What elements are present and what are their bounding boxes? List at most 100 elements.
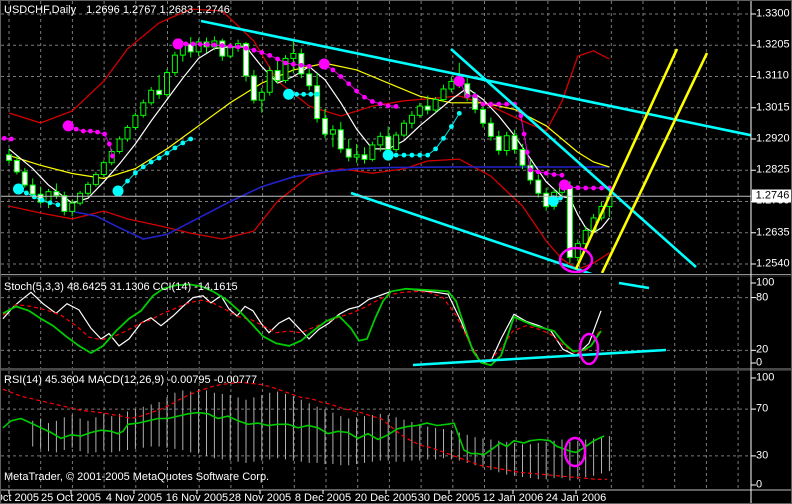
stoch-scale-label: 20: [756, 343, 769, 356]
signal-dot: [521, 131, 527, 137]
signal-reversal-dot: [453, 75, 465, 87]
signal-dot: [370, 99, 375, 104]
signal-dot: [243, 45, 249, 51]
chart-title: USDCHF,Daily 1.2696 1.2767 1.2683 1.2746: [4, 4, 240, 16]
candle-body: [535, 179, 542, 194]
candle-body: [85, 183, 91, 194]
rsi-scale-label: 0: [756, 478, 763, 491]
candle-body: [566, 186, 573, 258]
candle-body: [290, 52, 297, 59]
candle-body: [377, 135, 384, 146]
candle-body: [266, 70, 273, 93]
candle-body: [480, 108, 486, 124]
candle-body: [29, 184, 36, 195]
copyright-label: MetaTrader, © 2001-2005 MetaQuotes Softw…: [4, 471, 270, 483]
price-axis-label: 1.2920: [756, 132, 790, 145]
candle-body: [511, 135, 518, 151]
signal-dot: [551, 172, 557, 177]
signal-dot: [259, 50, 265, 55]
signal-dot: [401, 152, 407, 158]
signal-dot: [283, 60, 288, 66]
price-axis-label: 1.3015: [756, 101, 790, 114]
candle-body: [77, 192, 84, 204]
rsi-panel-title: RSI(14) 45.3604 MACD(12,26,9) -0.00795 -…: [4, 374, 258, 386]
signal-dot: [294, 91, 299, 97]
signal-dot: [180, 140, 186, 146]
candle-body: [171, 54, 178, 74]
signal-dot: [480, 101, 486, 107]
stoch-scale-label: 80: [756, 291, 769, 304]
signal-dot: [524, 149, 530, 155]
signal-dot: [472, 93, 478, 99]
candle-body: [61, 195, 68, 212]
candle-body: [361, 154, 368, 160]
date-axis-label: 30 Dec 2005: [417, 492, 481, 504]
candle-body: [416, 105, 423, 116]
candle-body: [116, 138, 123, 152]
candle-body: [401, 122, 407, 136]
candle-body: [353, 154, 360, 158]
signal-dot: [197, 41, 203, 47]
signal-dot: [106, 141, 112, 147]
candle-body: [21, 171, 28, 186]
signal-dot: [354, 88, 359, 94]
signal-dot: [535, 169, 541, 175]
price-axis-label: 1.2825: [756, 163, 790, 176]
candle-body: [408, 114, 415, 124]
signal-dot: [125, 178, 130, 184]
signal-dot: [227, 43, 233, 49]
signal-dot: [362, 94, 367, 100]
signal-dot: [1, 135, 7, 141]
candle-body: [306, 73, 313, 87]
candle-body: [448, 80, 455, 90]
signal-dot: [133, 170, 138, 176]
signal-dot: [301, 91, 307, 97]
date-axis-label: 16 Nov 2005: [165, 492, 229, 504]
candle-body: [369, 144, 376, 160]
stoch-panel-title: Stoch(5,3,3) 48.6425 31.1306 CCI(14) -14…: [4, 281, 238, 293]
signal-reversal-dot: [112, 185, 124, 197]
candle-body: [385, 135, 392, 151]
signal-dot: [291, 61, 296, 67]
signal-dot: [583, 185, 589, 191]
signal-dot: [219, 43, 225, 48]
candle-body: [574, 243, 581, 258]
candle-body: [322, 118, 328, 135]
signal-dot: [464, 93, 470, 99]
candle-body: [140, 102, 147, 116]
signal-dot: [543, 170, 549, 176]
candle-body: [69, 202, 76, 212]
signal-dot: [140, 164, 146, 170]
candle-body: [495, 135, 502, 152]
signal-dot: [47, 200, 53, 206]
signal-dot: [148, 159, 154, 165]
date-axis-label: 8 Dec 2005: [294, 492, 352, 504]
signal-dot: [298, 62, 304, 68]
signal-dot: [251, 47, 257, 53]
candle-body: [345, 148, 352, 158]
chart-canvas[interactable]: [1, 1, 792, 504]
candle-body: [393, 134, 400, 151]
signal-reversal-dot: [172, 38, 184, 50]
signal-dot: [409, 152, 415, 158]
signal-dot: [183, 41, 189, 47]
signal-dot: [172, 145, 178, 151]
candle-body: [424, 105, 431, 111]
candle-body: [274, 70, 281, 81]
signal-dot: [433, 146, 438, 152]
date-axis-label: 4 Nov 2005: [105, 492, 163, 504]
signal-dot: [8, 136, 14, 142]
signal-dot: [306, 63, 312, 69]
candle-body: [503, 135, 510, 152]
signal-dot: [39, 197, 45, 203]
signal-dot: [456, 110, 462, 116]
signal-dot: [393, 152, 399, 158]
signal-reversal-dot: [318, 58, 330, 70]
signal-dot: [385, 103, 391, 109]
signal-dot: [599, 185, 604, 191]
signal-reversal-dot: [62, 120, 74, 132]
signal-dot: [591, 185, 596, 191]
signal-dot: [102, 131, 107, 137]
price-axis-label: 1.2540: [756, 257, 790, 270]
signal-dot: [188, 136, 194, 142]
